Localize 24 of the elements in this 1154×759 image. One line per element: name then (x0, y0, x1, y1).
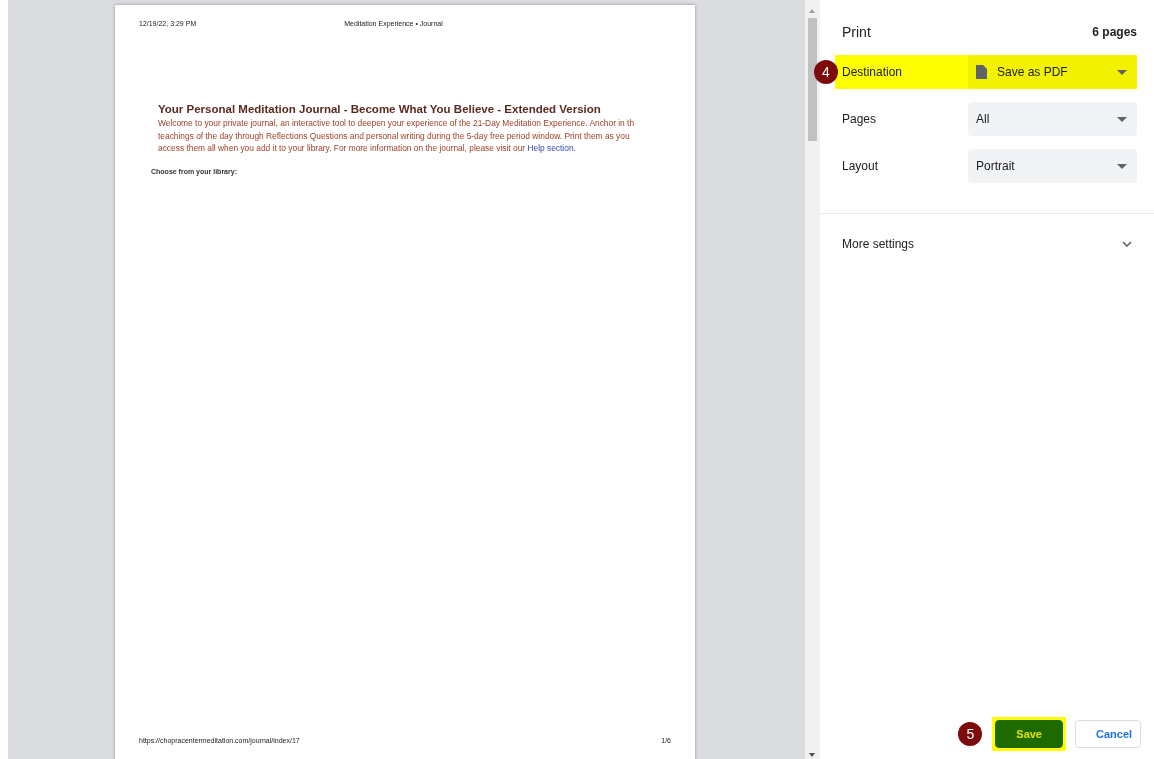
dropdown-arrow-icon (1117, 69, 1127, 75)
cancel-button[interactable]: Cancel (1075, 720, 1141, 748)
intro-text: Welcome to your private journal, an interactive tool to deepen your experience of the 21-Day Meditation Experience. Anchor in th (158, 117, 636, 130)
dialog-title: Print (842, 24, 871, 40)
setting-dropdown[interactable]: All (968, 102, 1137, 136)
dropdown-arrow-icon (1117, 116, 1127, 122)
page-count: 6 pages (1092, 25, 1137, 39)
save-button[interactable]: Save (995, 720, 1063, 748)
help-link[interactable]: Help section (527, 143, 574, 153)
journal-heading: Your Personal Meditation Journal - Become What You Believe - Extended Version (158, 103, 602, 115)
setting-label: Layout (842, 159, 880, 173)
scroll-down-icon[interactable] (809, 753, 815, 757)
step-badge: 5 (958, 722, 983, 746)
setting-dropdown[interactable]: Portrait (968, 149, 1137, 183)
setting-dropdown[interactable]: Save as PDF (968, 55, 1137, 89)
step-badge: 4 (814, 60, 838, 84)
setting-label: Pages (842, 112, 878, 126)
scrollbar-thumb[interactable] (808, 18, 817, 141)
intro-text: access them all when you add it to your library. For more information on the journal, please visit our Help section. (158, 142, 577, 155)
intro-text: teachings of the day through Reflections Questions and personal writing during the 5-day free period window. Print them as you (158, 129, 631, 142)
document-icon (976, 65, 987, 79)
setting-label: Destination (842, 65, 904, 79)
more-settings-toggle[interactable]: More settings (842, 237, 1132, 251)
dropdown-arrow-icon (1117, 163, 1127, 169)
